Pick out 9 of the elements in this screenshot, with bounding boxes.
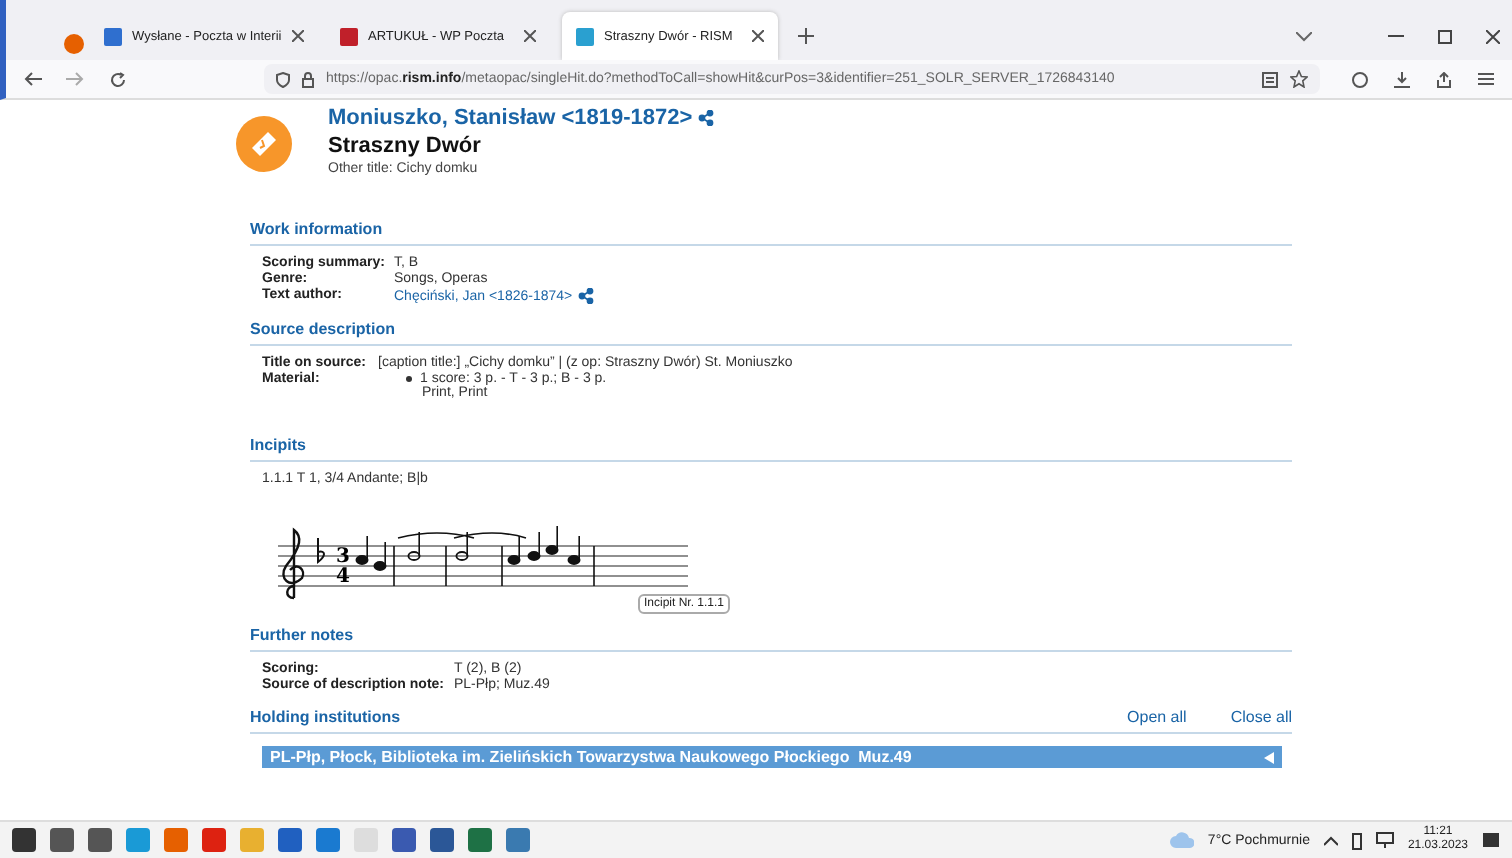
open-all-link[interactable]: Open all (1127, 708, 1187, 726)
work-title: Straszny Dwór (328, 134, 483, 158)
section-heading: Further notes (250, 626, 1292, 652)
composer-link[interactable]: Moniuszko, Stanisław <1819-1872> (328, 106, 693, 130)
section-heading: Work information (250, 220, 1292, 246)
close-all-link[interactable]: Close all (1230, 708, 1292, 726)
section-heading: Incipits (250, 436, 1292, 462)
section-heading: Holding institutions (250, 708, 401, 726)
section-heading: Source description (250, 320, 1292, 346)
